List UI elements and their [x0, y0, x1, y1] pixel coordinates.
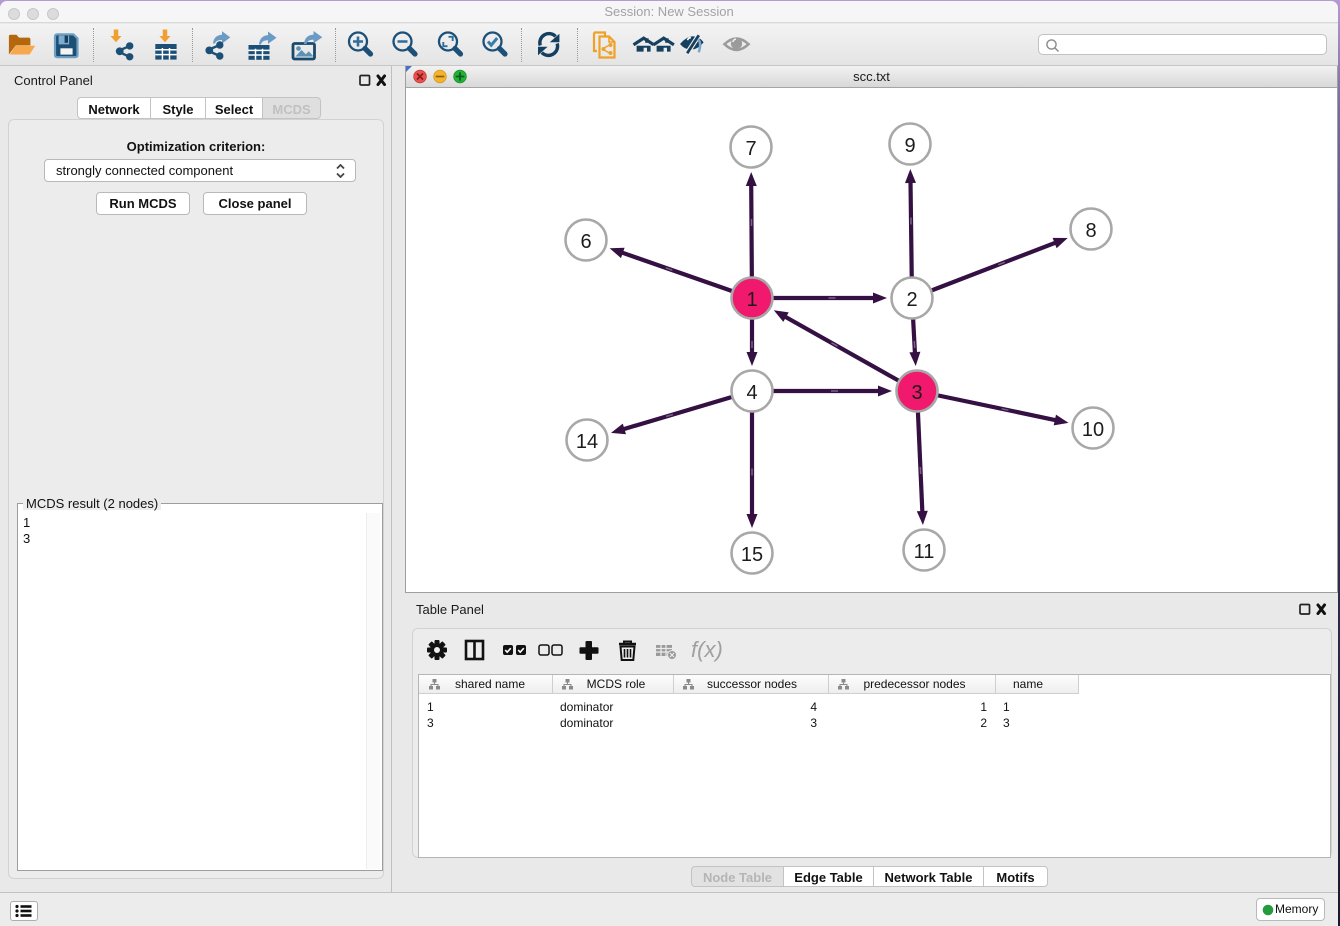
- svg-text:8: 8: [1085, 220, 1096, 242]
- svg-text:6: 6: [580, 231, 591, 253]
- svg-text:1: 1: [746, 289, 757, 311]
- svg-text:11: 11: [914, 541, 935, 563]
- svg-text:4: 4: [746, 382, 757, 404]
- svg-text:14: 14: [576, 431, 598, 453]
- svg-text:2: 2: [906, 289, 917, 311]
- svg-text:9: 9: [904, 135, 915, 157]
- svg-text:3: 3: [911, 382, 922, 404]
- svg-text:7: 7: [745, 138, 756, 160]
- svg-text:10: 10: [1082, 419, 1104, 441]
- svg-text:f(x): f(x): [691, 637, 723, 662]
- svg-text:15: 15: [741, 544, 763, 566]
